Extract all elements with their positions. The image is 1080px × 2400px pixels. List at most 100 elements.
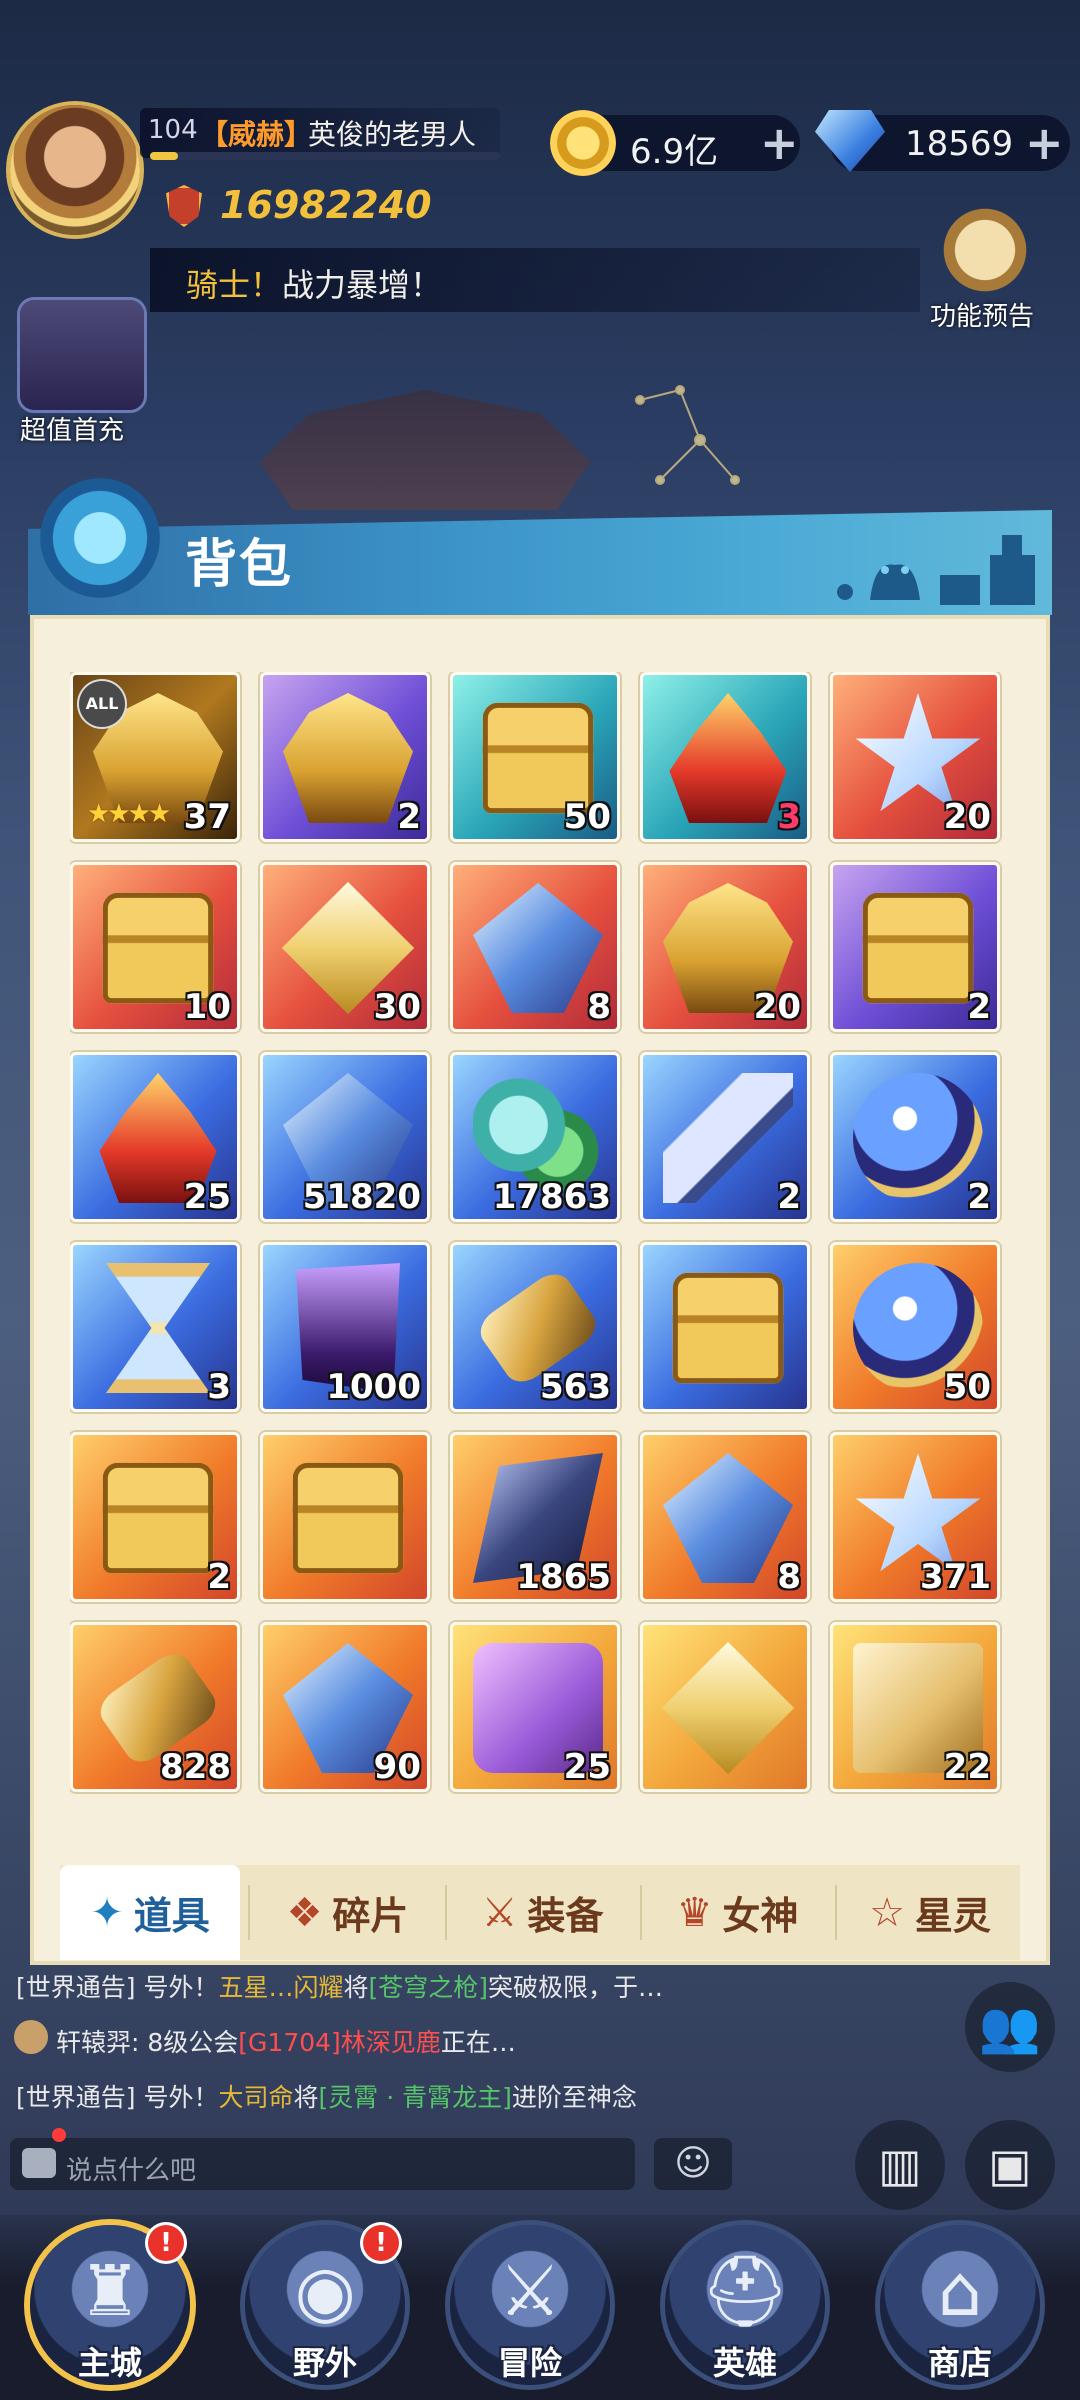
bag-tab-bar: ✦ 道具 ❖ 碎片 ⚔ 装备 ♛ 女神 ☆ 星灵 — [60, 1865, 1020, 1960]
ranking-podium-icon[interactable]: ▥ — [855, 2120, 945, 2210]
bag-item-slot[interactable]: 2 — [260, 672, 430, 842]
wilderness-icon: ◉ — [294, 2250, 356, 2332]
chat-text: 突破极限，于… — [488, 1973, 664, 2002]
bag-item-slot[interactable]: 20 — [830, 672, 1000, 842]
nav-adventure-label[interactable]: 冒险 — [450, 2338, 610, 2384]
bag-item-slot[interactable]: 3 — [70, 1242, 240, 1412]
first-recharge-portrait-icon[interactable] — [20, 300, 144, 410]
bag-item-slot[interactable]: 20 — [640, 862, 810, 1032]
item-count: 2 — [967, 1177, 991, 1217]
item-count: 2 — [397, 797, 421, 837]
star-spirit-tab-icon: ☆ — [869, 1889, 905, 1936]
bag-item-slot[interactable]: 10 — [70, 862, 240, 1032]
chat-text: 正在… — [440, 2028, 516, 2057]
chat-player-name: 五星…闪耀 — [218, 1973, 344, 2002]
tab-fragments[interactable]: ❖ 碎片 — [255, 1865, 440, 1960]
tab-goddess[interactable]: ♛ 女神 — [645, 1865, 830, 1960]
item-count: 17863 — [492, 1177, 611, 1217]
bag-item-slot[interactable] — [640, 1622, 810, 1792]
item-count: 30 — [373, 987, 421, 1027]
chat-message[interactable]: 轩辕羿: 8级公会[G1704]林深见鹿正在… — [56, 2023, 516, 2059]
tab-items-label: 道具 — [133, 1894, 210, 1938]
bag-item-slot[interactable]: 17863 — [450, 1052, 620, 1222]
item-count: 8 — [777, 1557, 801, 1597]
item-count: 37 — [183, 797, 231, 837]
nav-wilderness-label[interactable]: 野外 — [245, 2338, 405, 2384]
player-name: 英俊的老男人 — [308, 118, 477, 151]
tab-star-spirit-label: 星灵 — [914, 1894, 991, 1938]
chat-text: 将 — [343, 1973, 369, 2002]
notification-badge: ! — [148, 2225, 184, 2261]
bag-item-slot[interactable] — [260, 1432, 430, 1602]
tab-fragments-label: 碎片 — [332, 1894, 409, 1938]
item-count: 2 — [777, 1177, 801, 1217]
nav-heroes-label[interactable]: 英雄 — [665, 2338, 825, 2384]
feature-preview-label[interactable]: 功能预告 — [930, 296, 1034, 333]
bag-item-slot[interactable]: 8 — [450, 862, 620, 1032]
chat-notification-dot — [52, 2128, 66, 2142]
backpack-icon — [40, 478, 160, 598]
hourglass-item-icon — [106, 1263, 210, 1393]
tab-equipment[interactable]: ⚔ 装备 — [450, 1865, 635, 1960]
friends-icon[interactable]: 👥 — [965, 1982, 1055, 2072]
item-count: 371 — [920, 1557, 991, 1597]
backpack-button-icon[interactable]: ▣ — [965, 2120, 1055, 2210]
bag-item-slot[interactable]: 2 — [640, 1052, 810, 1222]
combat-power-value: 16982240 — [220, 183, 432, 227]
nav-main-city-label[interactable]: 主城 — [30, 2338, 190, 2384]
bag-item-slot[interactable]: 51820 — [260, 1052, 430, 1222]
bag-item-slot[interactable] — [640, 1242, 810, 1412]
bag-item-slot[interactable]: 371 — [830, 1432, 1000, 1602]
emoji-button[interactable]: ☺ — [654, 2138, 732, 2190]
chat-text: 8级公会 — [139, 2028, 239, 2057]
bag-item-slot[interactable]: 828 — [70, 1622, 240, 1792]
bag-item-slot[interactable]: 30 — [260, 862, 430, 1032]
bag-item-slot[interactable]: 1000 — [260, 1242, 430, 1412]
star-rating: ★★★★ — [87, 799, 171, 829]
bag-item-slot[interactable]: ALL ★★★★ 37 — [70, 672, 240, 842]
bag-item-slot[interactable]: 2 — [70, 1432, 240, 1602]
bag-item-slot[interactable]: 2 — [830, 1052, 1000, 1222]
nav-shop-label[interactable]: 商店 — [880, 2338, 1040, 2384]
chat-message[interactable]: [世界通告] 号外！五星…闪耀将[苍穹之枪]突破极限，于… — [16, 1968, 663, 2004]
tab-items[interactable]: ✦ 道具 — [60, 1865, 240, 1960]
notice-text: 骑士！战力暴增！ — [186, 260, 442, 306]
item-count: 20 — [943, 797, 991, 837]
bag-item-slot[interactable]: 50 — [830, 1242, 1000, 1412]
bag-item-slot[interactable]: 8 — [640, 1432, 810, 1602]
item-count: 25 — [183, 1177, 231, 1217]
item-count: 10 — [183, 987, 231, 1027]
item-count: 2 — [967, 987, 991, 1027]
tab-equipment-label: 装备 — [527, 1894, 604, 1938]
bag-item-slot[interactable]: 25 — [70, 1052, 240, 1222]
item-count: 828 — [160, 1747, 231, 1787]
first-recharge-label[interactable]: 超值首充 — [20, 410, 124, 447]
gold-coin-icon — [550, 110, 616, 176]
feature-preview-scroll-icon[interactable] — [930, 200, 1040, 300]
notice-highlight: 骑士！ — [186, 266, 283, 304]
gem-item-icon — [663, 1453, 793, 1583]
adventure-icon: ⚔ — [498, 2250, 562, 2332]
item-count: 3 — [207, 1367, 231, 1407]
add-gems-button[interactable]: + — [1025, 115, 1064, 171]
bag-item-slot[interactable]: 90 — [260, 1622, 430, 1792]
gold-amount: 6.9亿 — [630, 132, 719, 172]
flame-item-icon — [669, 693, 787, 823]
chat-prefix: [世界通告] 号外！ — [16, 1973, 219, 2002]
bag-item-slot[interactable]: 2 — [830, 862, 1000, 1032]
bag-item-slot[interactable]: 50 — [450, 672, 620, 842]
bag-item-slot[interactable]: 3 — [640, 672, 810, 842]
chat-prefix: [世界通告] 号外！ — [16, 2083, 219, 2112]
bag-item-slot[interactable]: 1865 — [450, 1432, 620, 1602]
bag-item-slot[interactable]: 22 — [830, 1622, 1000, 1792]
add-gold-button[interactable]: + — [760, 115, 799, 171]
items-tab-icon: ✦ — [90, 1889, 124, 1936]
gem-amount: 18569 — [905, 124, 1014, 164]
tab-divider — [248, 1885, 250, 1940]
chat-guild-link: [G1704]林深见鹿 — [238, 2028, 441, 2057]
chat-message[interactable]: [世界通告] 号外！大司命将[灵霄 · 青霄龙主]进阶至神念 — [16, 2078, 637, 2114]
player-avatar[interactable] — [10, 105, 140, 235]
tab-star-spirit[interactable]: ☆ 星灵 — [840, 1865, 1020, 1960]
bag-item-slot[interactable]: 563 — [450, 1242, 620, 1412]
bag-item-slot[interactable]: 25 — [450, 1622, 620, 1792]
